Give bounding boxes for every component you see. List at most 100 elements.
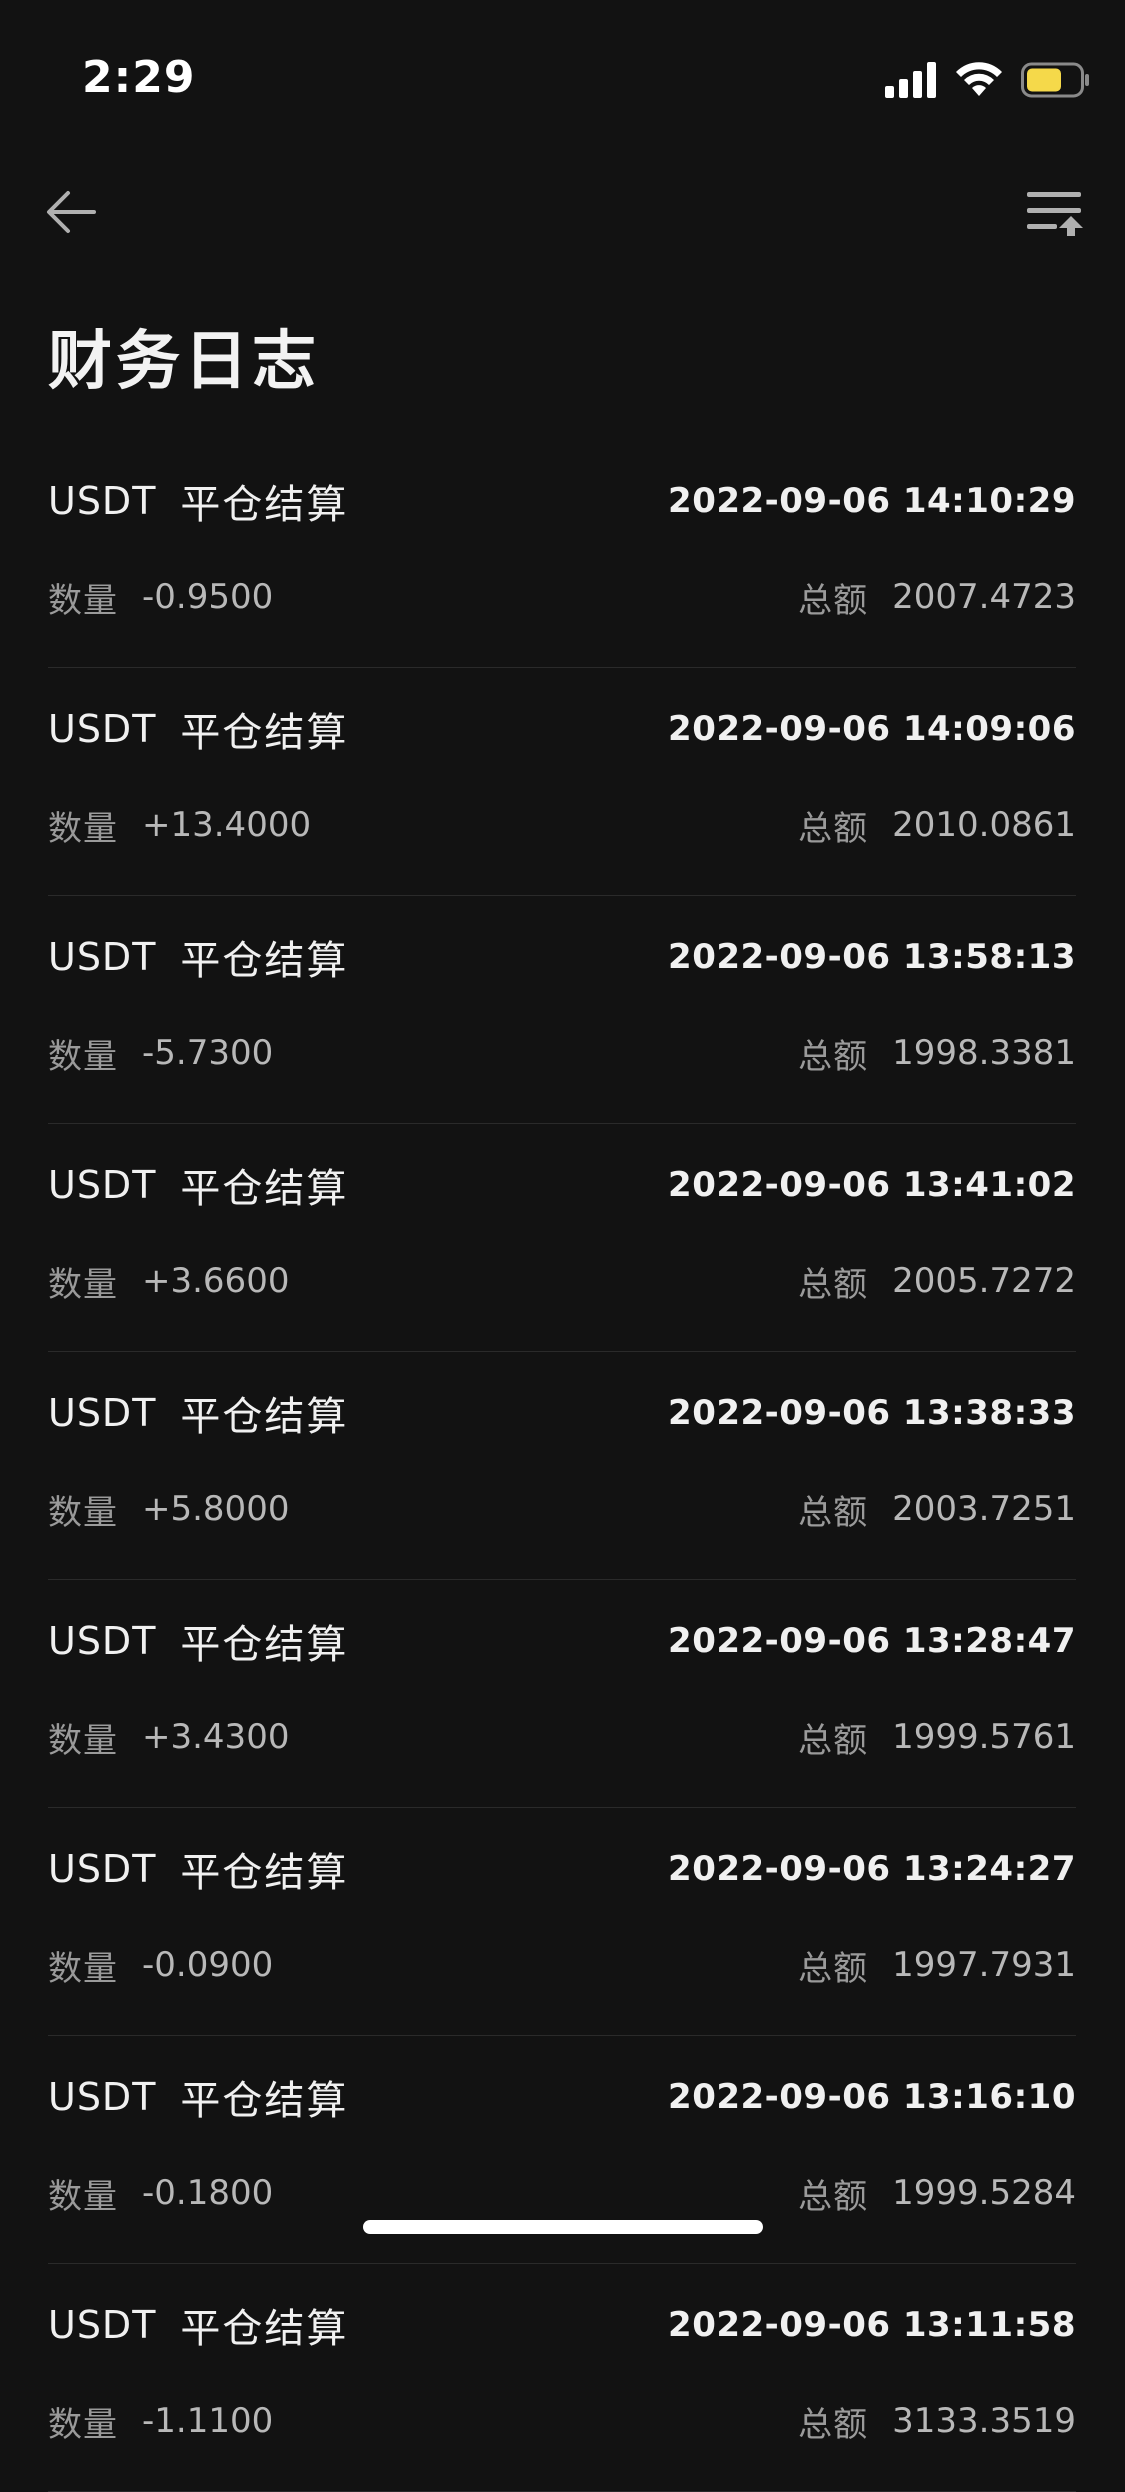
wifi-icon — [956, 62, 1002, 96]
total-value: 2010.0861 — [892, 805, 1076, 845]
quantity-value: +13.4000 — [142, 805, 312, 845]
log-entry[interactable]: USDT 平仓结算 2022-09-06 13:38:33 数量 +5.8000… — [48, 1352, 1076, 1580]
back-button[interactable] — [40, 180, 104, 244]
quantity-group: 数量 +3.6600 — [48, 1257, 289, 1306]
total-label: 总额 — [798, 1492, 869, 1533]
quantity-label: 数量 — [48, 1036, 118, 1077]
asset-name: USDT — [48, 2075, 157, 2119]
log-entry-header: USDT 平仓结算 2022-09-06 13:28:47 — [48, 1616, 1076, 1668]
total-value: 1998.3381 — [892, 1033, 1076, 1073]
quantity-label: 数量 — [48, 2176, 118, 2217]
quantity-group: 数量 -1.1100 — [48, 2397, 273, 2446]
log-entry-header: USDT 平仓结算 2022-09-06 13:11:58 — [48, 2300, 1076, 2352]
quantity-label: 数量 — [48, 808, 118, 849]
quantity-group: 数量 -0.0900 — [48, 1941, 273, 1990]
asset-name: USDT — [48, 1391, 157, 1435]
transaction-type: 平仓结算 — [180, 1166, 349, 1212]
log-entry-header: USDT 平仓结算 2022-09-06 14:10:29 — [48, 476, 1076, 528]
quantity-value: -0.9500 — [142, 577, 274, 617]
timestamp: 2022-09-06 13:16:10 — [668, 2077, 1076, 2117]
quantity-label: 数量 — [48, 2404, 118, 2445]
log-entry-details: 数量 -1.1100 总额 3133.3519 — [48, 2396, 1076, 2446]
total-label: 总额 — [798, 2176, 869, 2217]
asset-name: USDT — [48, 1163, 157, 1207]
total-label: 总额 — [798, 1264, 869, 1305]
log-entry-header: USDT 平仓结算 2022-09-06 13:24:27 — [48, 1844, 1076, 1896]
log-entry-title: USDT 平仓结算 — [48, 1612, 348, 1670]
log-entry[interactable]: USDT 平仓结算 2022-09-06 13:28:47 数量 +3.4300… — [48, 1580, 1076, 1808]
home-indicator[interactable] — [363, 2220, 763, 2234]
quantity-group: 数量 -5.7300 — [48, 1029, 273, 1078]
quantity-group: 数量 +5.8000 — [48, 1485, 289, 1534]
status-time: 2:29 — [82, 52, 196, 103]
quantity-label: 数量 — [48, 580, 118, 621]
total-value: 1997.7931 — [892, 1945, 1076, 1985]
quantity-label: 数量 — [48, 1948, 118, 1989]
transaction-type: 平仓结算 — [180, 1394, 349, 1440]
total-value: 1999.5761 — [892, 1717, 1076, 1757]
log-entry-title: USDT 平仓结算 — [48, 2068, 348, 2126]
total-value: 1999.5284 — [892, 2173, 1076, 2213]
total-label: 总额 — [798, 1036, 869, 1077]
log-entry-title: USDT 平仓结算 — [48, 472, 348, 530]
log-entry-header: USDT 平仓结算 2022-09-06 13:38:33 — [48, 1388, 1076, 1440]
transaction-type: 平仓结算 — [180, 710, 349, 756]
total-group: 总额 2007.4723 — [798, 573, 1076, 622]
total-group: 总额 2005.7272 — [798, 1257, 1076, 1306]
sort-button[interactable] — [1023, 184, 1087, 244]
asset-name: USDT — [48, 1847, 157, 1891]
log-entry-details: 数量 -0.9500 总额 2007.4723 — [48, 572, 1076, 622]
log-entry[interactable]: USDT 平仓结算 2022-09-06 14:10:29 数量 -0.9500… — [48, 440, 1076, 668]
total-group: 总额 2010.0861 — [798, 801, 1076, 850]
timestamp: 2022-09-06 14:10:29 — [668, 481, 1076, 521]
log-entry-title: USDT 平仓结算 — [48, 1384, 348, 1442]
log-entry-details: 数量 +3.4300 总额 1999.5761 — [48, 1712, 1076, 1762]
log-entry-details: 数量 +5.8000 总额 2003.7251 — [48, 1484, 1076, 1534]
total-group: 总额 2003.7251 — [798, 1485, 1076, 1534]
arrow-left-icon — [47, 191, 96, 233]
total-value: 2003.7251 — [892, 1489, 1076, 1529]
total-group: 总额 1998.3381 — [798, 1029, 1076, 1078]
total-value: 2005.7272 — [892, 1261, 1076, 1301]
quantity-value: +3.4300 — [142, 1717, 290, 1757]
timestamp: 2022-09-06 13:38:33 — [668, 1393, 1076, 1433]
transaction-type: 平仓结算 — [180, 938, 349, 984]
timestamp: 2022-09-06 13:24:27 — [668, 1849, 1076, 1889]
log-entry-details: 数量 -0.0900 总额 1997.7931 — [48, 1940, 1076, 1990]
log-entry[interactable]: USDT 平仓结算 2022-09-06 13:41:02 数量 +3.6600… — [48, 1124, 1076, 1352]
log-entry[interactable]: USDT 平仓结算 2022-09-06 13:24:27 数量 -0.0900… — [48, 1808, 1076, 2036]
log-entry-details: 数量 +13.4000 总额 2010.0861 — [48, 800, 1076, 850]
total-group: 总额 1999.5761 — [798, 1713, 1076, 1762]
log-entry-title: USDT 平仓结算 — [48, 1840, 348, 1898]
total-label: 总额 — [798, 1720, 869, 1761]
log-entry-title: USDT 平仓结算 — [48, 928, 348, 986]
log-entry-title: USDT 平仓结算 — [48, 1156, 348, 1214]
quantity-group: 数量 -0.9500 — [48, 573, 273, 622]
log-entry-header: USDT 平仓结算 2022-09-06 13:41:02 — [48, 1160, 1076, 1212]
total-value: 2007.4723 — [892, 577, 1076, 617]
finance-log-list: USDT 平仓结算 2022-09-06 14:10:29 数量 -0.9500… — [48, 440, 1076, 2492]
log-entry-details: 数量 -5.7300 总额 1998.3381 — [48, 1028, 1076, 1078]
sort-upload-icon — [1027, 192, 1083, 236]
log-entry[interactable]: USDT 平仓结算 2022-09-06 14:09:06 数量 +13.400… — [48, 668, 1076, 896]
transaction-type: 平仓结算 — [180, 2078, 349, 2124]
total-label: 总额 — [798, 808, 869, 849]
total-value: 3133.3519 — [892, 2401, 1076, 2441]
timestamp: 2022-09-06 13:41:02 — [668, 1165, 1076, 1205]
quantity-value: -0.0900 — [142, 1945, 274, 1985]
battery-icon — [1021, 62, 1089, 98]
status-bar: 2:29 — [0, 0, 1125, 150]
timestamp: 2022-09-06 13:11:58 — [668, 2305, 1076, 2345]
total-group: 总额 1999.5284 — [798, 2169, 1076, 2218]
log-entry[interactable]: USDT 平仓结算 2022-09-06 13:58:13 数量 -5.7300… — [48, 896, 1076, 1124]
transaction-type: 平仓结算 — [180, 1850, 349, 1896]
transaction-type: 平仓结算 — [180, 482, 349, 528]
log-entry-title: USDT 平仓结算 — [48, 700, 348, 758]
page-title: 财务日志 — [48, 325, 320, 399]
quantity-value: +5.8000 — [142, 1489, 290, 1529]
timestamp: 2022-09-06 13:28:47 — [668, 1621, 1076, 1661]
quantity-group: 数量 -0.1800 — [48, 2169, 273, 2218]
log-entry[interactable]: USDT 平仓结算 2022-09-06 13:11:58 数量 -1.1100… — [48, 2264, 1076, 2492]
quantity-value: -1.1100 — [142, 2401, 274, 2441]
timestamp: 2022-09-06 13:58:13 — [668, 937, 1076, 977]
